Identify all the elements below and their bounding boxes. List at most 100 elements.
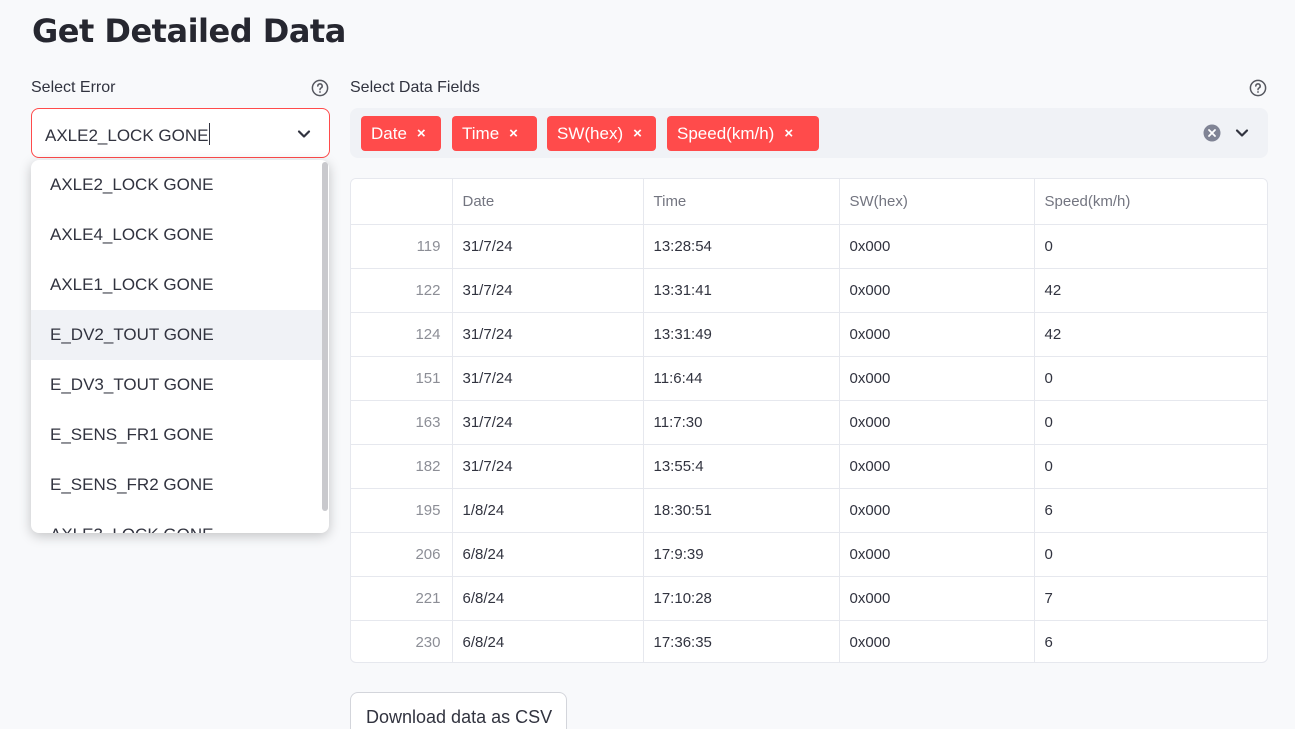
page: Get Detailed Data Select Error AXLE2_LOC… — [0, 0, 1295, 729]
table-row: 151 31/7/24 11:6:44 0x000 0 — [351, 356, 1267, 401]
column-header-speed[interactable]: Speed(km/h) — [1034, 179, 1267, 225]
cell-sw-hex[interactable]: 0x000 — [839, 400, 1035, 445]
chip-label: Date — [371, 123, 407, 143]
page-title: Get Detailed Data — [32, 12, 346, 50]
close-icon[interactable]: × — [509, 125, 518, 142]
cell-time[interactable]: 11:6:44 — [643, 356, 840, 401]
chip-time[interactable]: Time × — [452, 116, 537, 151]
row-index: 163 — [351, 400, 453, 445]
cell-time[interactable]: 13:28:54 — [643, 224, 840, 269]
cell-speed[interactable]: 6 — [1034, 488, 1267, 533]
table-row: 163 31/7/24 11:7:30 0x000 0 — [351, 400, 1267, 445]
table-row: 230 6/8/24 17:36:35 0x000 6 — [351, 620, 1267, 662]
cell-sw-hex[interactable]: 0x000 — [839, 444, 1035, 489]
fields-multiselect[interactable]: Date × Time × SW(hex) × Speed(km/h) × — [350, 108, 1268, 158]
cell-time[interactable]: 11:7:30 — [643, 400, 840, 445]
text-cursor — [209, 123, 211, 145]
cell-date[interactable]: 31/7/24 — [452, 356, 644, 401]
column-header-index[interactable] — [351, 179, 453, 225]
cell-time[interactable]: 17:9:39 — [643, 532, 840, 577]
dropdown-option[interactable]: E_DV3_TOUT GONE — [31, 360, 323, 410]
close-icon[interactable]: × — [633, 125, 642, 142]
error-select-label: Select Error — [31, 79, 116, 96]
column-header-sw-hex[interactable]: SW(hex) — [839, 179, 1035, 225]
table-row: 119 31/7/24 13:28:54 0x000 0 — [351, 224, 1267, 269]
row-index: 195 — [351, 488, 453, 533]
chip-label: Speed(km/h) — [677, 123, 775, 143]
chip-label: Time — [462, 123, 500, 143]
dropdown-option[interactable]: AXLE1_LOCK GONE — [31, 260, 323, 310]
row-index: 221 — [351, 576, 453, 621]
chip-sw-hex[interactable]: SW(hex) × — [547, 116, 656, 151]
cell-time[interactable]: 13:31:41 — [643, 268, 840, 313]
download-csv-button[interactable]: Download data as CSV — [350, 692, 567, 729]
cell-date[interactable]: 31/7/24 — [452, 444, 644, 489]
cell-time[interactable]: 17:36:35 — [643, 620, 840, 662]
row-index: 122 — [351, 268, 453, 313]
cell-sw-hex[interactable]: 0x000 — [839, 488, 1035, 533]
cell-speed[interactable]: 0 — [1034, 400, 1267, 445]
dropdown-option[interactable]: AXLE3_LOCK GONE — [31, 510, 323, 533]
chip-speed[interactable]: Speed(km/h) × — [667, 116, 819, 151]
fields-select-label: Select Data Fields — [350, 79, 480, 96]
dropdown-option[interactable]: E_SENS_FR2 GONE — [31, 460, 323, 510]
cell-sw-hex[interactable]: 0x000 — [839, 356, 1035, 401]
cell-speed[interactable]: 6 — [1034, 620, 1267, 662]
chevron-down-icon[interactable] — [1234, 125, 1250, 141]
row-index: 151 — [351, 356, 453, 401]
row-index: 119 — [351, 224, 453, 269]
cell-date[interactable]: 31/7/24 — [452, 400, 644, 445]
cell-time[interactable]: 17:10:28 — [643, 576, 840, 621]
cell-speed[interactable]: 42 — [1034, 312, 1267, 357]
cell-speed[interactable]: 0 — [1034, 444, 1267, 489]
table-row: 122 31/7/24 13:31:41 0x000 42 — [351, 268, 1267, 313]
error-select-input[interactable]: AXLE2_LOCK GONE — [45, 123, 211, 146]
error-options-dropdown[interactable]: AXLE2_LOCK GONE AXLE4_LOCK GONE AXLE1_LO… — [31, 160, 329, 533]
question-circle-icon[interactable] — [311, 79, 329, 97]
clear-circle-icon[interactable] — [1203, 124, 1221, 142]
table-row: 221 6/8/24 17:10:28 0x000 7 — [351, 576, 1267, 621]
cell-sw-hex[interactable]: 0x000 — [839, 576, 1035, 621]
question-circle-icon[interactable] — [1249, 79, 1267, 97]
row-index: 124 — [351, 312, 453, 357]
row-index: 182 — [351, 444, 453, 489]
cell-date[interactable]: 1/8/24 — [452, 488, 644, 533]
dropdown-option[interactable]: E_SENS_FR1 GONE — [31, 410, 323, 460]
cell-date[interactable]: 6/8/24 — [452, 576, 644, 621]
cell-sw-hex[interactable]: 0x000 — [839, 312, 1035, 357]
cell-date[interactable]: 6/8/24 — [452, 620, 644, 662]
cell-sw-hex[interactable]: 0x000 — [839, 532, 1035, 577]
cell-time[interactable]: 18:30:51 — [643, 488, 840, 533]
chip-date[interactable]: Date × — [361, 116, 441, 151]
table-row: 206 6/8/24 17:9:39 0x000 0 — [351, 532, 1267, 577]
column-header-date[interactable]: Date — [452, 179, 644, 225]
cell-speed[interactable]: 0 — [1034, 356, 1267, 401]
close-icon[interactable]: × — [784, 125, 793, 142]
cell-date[interactable]: 31/7/24 — [452, 312, 644, 357]
table-row: 195 1/8/24 18:30:51 0x000 6 — [351, 488, 1267, 533]
cell-date[interactable]: 31/7/24 — [452, 224, 644, 269]
cell-sw-hex[interactable]: 0x000 — [839, 620, 1035, 662]
dropdown-option-highlighted[interactable]: E_DV2_TOUT GONE — [31, 310, 323, 360]
data-table[interactable]: Date Time SW(hex) Speed(km/h) 119 31/7/2… — [350, 178, 1268, 663]
dropdown-scrollbar[interactable] — [322, 162, 328, 511]
column-header-time[interactable]: Time — [643, 179, 840, 225]
cell-time[interactable]: 13:31:49 — [643, 312, 840, 357]
cell-date[interactable]: 31/7/24 — [452, 268, 644, 313]
cell-time[interactable]: 13:55:4 — [643, 444, 840, 489]
cell-speed[interactable]: 7 — [1034, 576, 1267, 621]
cell-speed[interactable]: 42 — [1034, 268, 1267, 313]
dropdown-option[interactable]: AXLE4_LOCK GONE — [31, 210, 323, 260]
dropdown-option[interactable]: AXLE2_LOCK GONE — [31, 160, 323, 210]
cell-sw-hex[interactable]: 0x000 — [839, 224, 1035, 269]
close-icon[interactable]: × — [417, 125, 426, 142]
row-index: 206 — [351, 532, 453, 577]
chevron-down-icon[interactable] — [296, 126, 312, 142]
cell-date[interactable]: 6/8/24 — [452, 532, 644, 577]
cell-speed[interactable]: 0 — [1034, 224, 1267, 269]
cell-sw-hex[interactable]: 0x000 — [839, 268, 1035, 313]
error-select[interactable]: AXLE2_LOCK GONE — [31, 108, 330, 158]
table-header-row: Date Time SW(hex) Speed(km/h) — [351, 179, 1267, 225]
cell-speed[interactable]: 0 — [1034, 532, 1267, 577]
row-index: 230 — [351, 620, 453, 662]
